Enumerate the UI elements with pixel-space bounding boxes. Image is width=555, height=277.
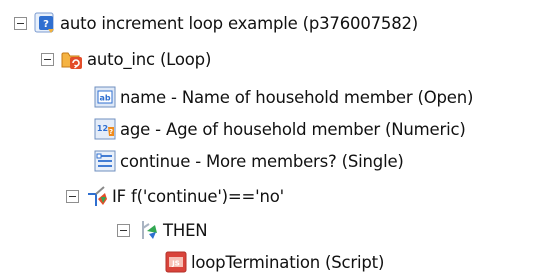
collapse-toggle-then[interactable]: [117, 223, 130, 237]
svg-text:?: ?: [109, 128, 113, 136]
tree-node-loop[interactable]: auto_inc (Loop): [41, 45, 211, 73]
survey-document-icon: ?: [34, 12, 56, 34]
tree-node-label: THEN: [163, 220, 208, 240]
condition-then-icon: [137, 219, 159, 241]
collapse-toggle-loop[interactable]: [41, 52, 54, 66]
tree-node-label: continue - More members? (Single): [120, 151, 404, 171]
tree-node-then[interactable]: THEN: [117, 216, 208, 244]
tree-node-label: name - Name of household member (Open): [120, 87, 474, 107]
svg-text:ab: ab: [99, 94, 110, 103]
tree-node-label: auto_inc (Loop): [87, 49, 212, 69]
tree-node-label: age - Age of household member (Numeric): [120, 119, 466, 139]
svg-text:?: ?: [43, 19, 49, 30]
tree-node-question-age[interactable]: 12 ? age - Age of household member (Nume…: [94, 115, 466, 143]
loop-folder-icon: [61, 48, 83, 70]
tree-node-condition[interactable]: IF f('continue')=='no': [66, 182, 284, 210]
open-text-question-icon: ab: [94, 86, 116, 108]
tree-node-question-continue[interactable]: continue - More members? (Single): [94, 147, 404, 175]
svg-text:JS: JS: [171, 260, 180, 268]
numeric-question-icon: 12 ?: [94, 118, 116, 140]
tree-node-label: loopTermination (Script): [191, 252, 385, 272]
condition-if-icon: [86, 185, 108, 207]
tree-node-label: auto increment loop example (p376007582): [60, 13, 419, 33]
tree-node-script[interactable]: JS loopTermination (Script): [165, 248, 384, 276]
tree-node-root[interactable]: ? auto increment loop example (p37600758…: [14, 9, 418, 37]
collapse-toggle-root[interactable]: [14, 16, 27, 30]
single-choice-question-icon: [94, 150, 116, 172]
svg-text:12: 12: [97, 124, 108, 133]
script-icon: JS: [165, 251, 187, 273]
tree-node-question-name[interactable]: ab name - Name of household member (Open…: [94, 83, 473, 111]
collapse-toggle-condition[interactable]: [66, 189, 79, 203]
tree-node-label: IF f('continue')=='no': [112, 186, 284, 206]
